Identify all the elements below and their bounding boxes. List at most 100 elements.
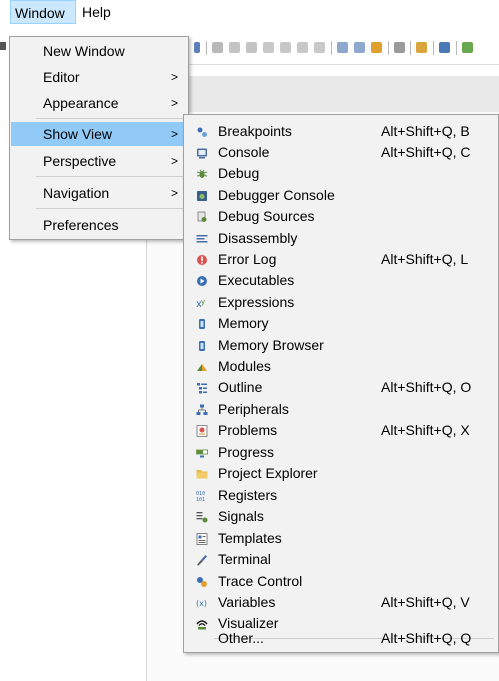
menu-item-expressions[interactable]: xy Expressions [185, 292, 497, 313]
menu-item-label: Breakpoints [218, 123, 292, 139]
debug-icon [196, 169, 208, 178]
debug-sources-icon [197, 211, 207, 222]
menu-item-label: Perspective [43, 153, 117, 169]
menu-item-editor[interactable]: Editor > [11, 65, 187, 89]
signals-icon [196, 512, 208, 523]
menu-item-label: Project Explorer [218, 465, 318, 481]
step-into-icon[interactable] [280, 42, 291, 53]
menu-item-problems[interactable]: Problems Alt+Shift+Q, X [185, 420, 497, 441]
menu-item-registers[interactable]: 010 101 Registers [185, 485, 497, 506]
project-explorer-icon [196, 470, 208, 479]
executables-icon [197, 276, 207, 286]
menu-item-memory[interactable]: Memory [185, 313, 497, 334]
menu-item-appearance[interactable]: Appearance > [11, 91, 187, 115]
problems-icon [196, 425, 208, 437]
menu-item-variables[interactable]: (x) Variables Alt+Shift+Q, V [185, 592, 497, 613]
menu-item-shortcut: Alt+Shift+Q, L [381, 251, 469, 267]
menu-item-label: Debug [218, 165, 260, 181]
svg-text:(x): (x) [196, 599, 207, 608]
menu-item-signals[interactable]: Signals [185, 506, 497, 527]
menu-item-shortcut: Alt+Shift+Q, B [381, 123, 470, 139]
menu-item-shortcut: Alt+Shift+Q, V [381, 594, 470, 610]
menu-item-shortcut: Alt+Shift+Q, Q [381, 630, 472, 646]
menu-item-label: Signals [218, 508, 264, 524]
menu-item-label: Memory Browser [218, 337, 324, 353]
menu-item-label: Debug Sources [218, 208, 315, 224]
menu-item-label: Console [218, 144, 270, 160]
menu-item-label: Debugger Console [218, 187, 335, 203]
menu-help-label: Help [82, 4, 111, 20]
menu-item-label: Show View [43, 126, 113, 142]
build-icon[interactable] [416, 42, 427, 53]
editor-divider [146, 240, 147, 681]
menu-item-label: Executables [218, 272, 295, 288]
menu-item-label: Navigation [43, 185, 110, 201]
resume-icon[interactable] [212, 42, 223, 53]
menu-window[interactable]: Window [10, 0, 76, 24]
drop-to-frame-icon[interactable] [354, 42, 365, 53]
peripherals-icon [196, 404, 208, 415]
debug-run-icon[interactable] [462, 42, 473, 53]
step-return-icon[interactable] [314, 42, 325, 53]
toolbar-divider [186, 64, 499, 65]
menu-item-label: Editor [43, 69, 80, 85]
show-view-submenu: Breakpoints Alt+Shift+Q, B Console Alt+S… [183, 114, 499, 653]
toolbar-separator [388, 41, 389, 55]
menu-item-modules[interactable]: Modules [185, 356, 497, 377]
settings-icon[interactable] [439, 42, 450, 53]
menu-item-perspective[interactable]: Perspective > [11, 149, 187, 173]
toolbar-separator [331, 41, 332, 55]
skip-breakpoints-icon[interactable] [194, 42, 200, 53]
menu-item-breakpoints[interactable]: Breakpoints Alt+Shift+Q, B [185, 121, 497, 142]
menu-separator [36, 118, 184, 119]
menu-item-error-log[interactable]: Error Log Alt+Shift+Q, L [185, 249, 497, 270]
menu-item-debug[interactable]: Debug [185, 163, 497, 184]
menu-item-navigation[interactable]: Navigation > [11, 181, 187, 205]
menu-item-console[interactable]: Console Alt+Shift+Q, C [185, 142, 497, 163]
menu-item-trace-control[interactable]: Trace Control [185, 571, 497, 592]
menu-item-label: Peripherals [218, 401, 289, 417]
menu-item-templates[interactable]: Templates [185, 528, 497, 549]
menu-item-outline[interactable]: Outline Alt+Shift+Q, O [185, 377, 497, 398]
menu-item-show-view[interactable]: Show View > [11, 122, 187, 146]
terminate-icon[interactable] [246, 42, 257, 53]
expressions-icon: xy [196, 298, 205, 309]
main-toolbar [186, 40, 499, 58]
menu-item-progress[interactable]: Progress [185, 442, 497, 463]
breakpoints-icon [197, 127, 207, 137]
chevron-right-icon: > [170, 70, 178, 84]
registers-icon: 010101 [196, 491, 205, 502]
suspend-icon[interactable] [229, 42, 240, 53]
menu-item-memory-browser[interactable]: Memory Browser [185, 335, 497, 356]
modules-icon [197, 364, 207, 371]
menu-item-executables[interactable]: Executables [185, 270, 497, 291]
menu-item-terminal[interactable]: Terminal [185, 549, 497, 570]
menu-help[interactable]: Help [78, 0, 115, 24]
menu-item-label: Outline [218, 379, 263, 395]
menu-separator [36, 208, 184, 209]
menu-item-preferences[interactable]: Preferences [11, 213, 187, 237]
step-over-icon[interactable] [297, 42, 308, 53]
console-icon [197, 148, 207, 159]
menu-item-label: Error Log [218, 251, 277, 267]
menu-item-disassembly[interactable]: Disassembly [185, 228, 497, 249]
trace-control-icon [197, 577, 207, 587]
menu-window-label: Window [15, 5, 65, 21]
instruction-stepping-icon[interactable] [337, 42, 348, 53]
disconnect-icon[interactable] [263, 42, 274, 53]
variables-icon: (x) [196, 599, 207, 608]
perspective-switcher-icon[interactable] [0, 42, 6, 50]
menu-item-debugger-console[interactable]: Debugger Console [185, 185, 497, 206]
menu-item-label: Variables [218, 594, 276, 610]
menu-item-project-explorer[interactable]: Project Explorer [185, 463, 497, 484]
menu-item-shortcut: Alt+Shift+Q, C [381, 144, 471, 160]
use-step-filters-icon[interactable] [371, 42, 382, 53]
error-log-icon [197, 255, 207, 265]
menu-item-new-window[interactable]: New Window [11, 39, 187, 63]
menu-item-debug-sources[interactable]: Debug Sources [185, 206, 497, 227]
toolbar-separator [206, 41, 207, 55]
menu-item-other[interactable]: Other... Alt+Shift+Q, Q [185, 626, 497, 650]
debug-tool-icon[interactable] [394, 42, 405, 53]
menu-item-peripherals[interactable]: Peripherals [185, 399, 497, 420]
menu-item-label: New Window [43, 43, 125, 59]
